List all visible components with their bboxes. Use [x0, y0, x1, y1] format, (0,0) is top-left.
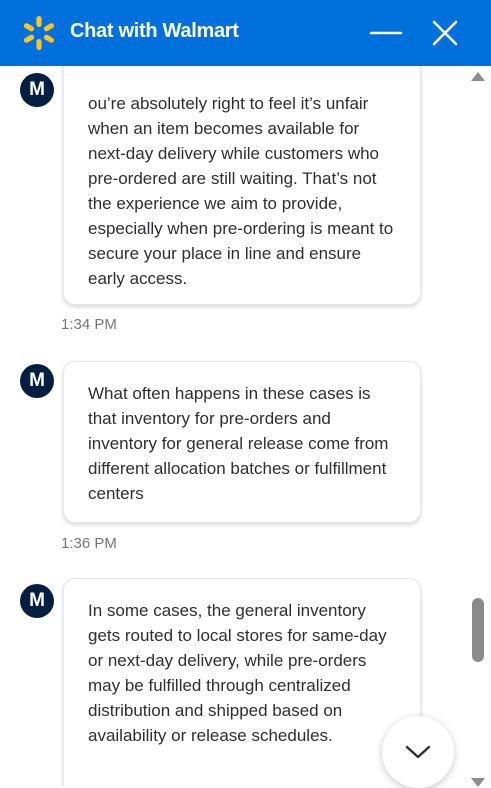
scroll-up-arrow[interactable] [471, 72, 485, 81]
chat-header: Chat with Walmart [0, 0, 491, 66]
message-text: What often happens in these cases is tha… [88, 384, 389, 503]
chevron-down-icon [405, 745, 431, 759]
agent-avatar: M [20, 73, 54, 107]
agent-message: In some cases, the general inventory get… [63, 578, 421, 786]
message-text: ou’re absolutely right to feel it’s unfa… [88, 94, 394, 288]
scrollbar-thumb[interactable] [472, 598, 484, 662]
message-timestamp: 1:34 PM [61, 316, 117, 333]
message-text: In some cases, the general inventory get… [88, 601, 387, 745]
agent-avatar: M [20, 364, 54, 398]
chat-transcript[interactable]: M ou’re absolutely right to feel it’s un… [0, 66, 491, 786]
chat-title: Chat with Walmart [70, 20, 239, 42]
minimize-icon [369, 31, 403, 35]
scrollbar[interactable] [470, 66, 491, 786]
minimize-button[interactable] [369, 16, 403, 50]
message-timestamp: 1:36 PM [61, 535, 117, 552]
scroll-to-latest-button[interactable] [382, 716, 454, 788]
walmart-spark-icon [23, 16, 55, 50]
close-icon [432, 20, 458, 46]
close-button[interactable] [428, 16, 462, 50]
agent-message: What often happens in these cases is tha… [63, 361, 421, 523]
agent-avatar: M [20, 584, 54, 618]
agent-message: ou’re absolutely right to feel it’s unfa… [63, 66, 421, 305]
